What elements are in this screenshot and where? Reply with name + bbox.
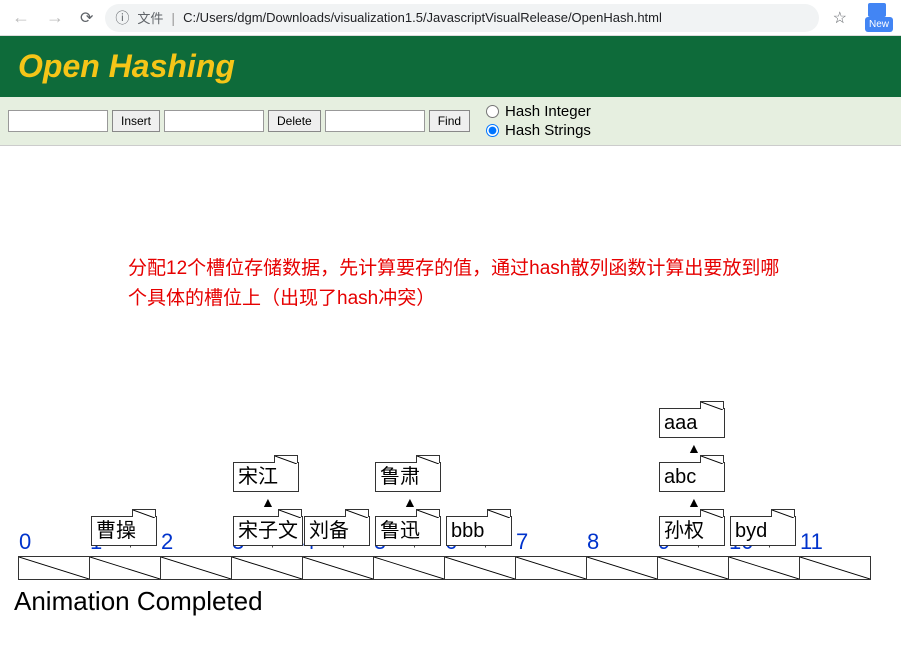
node-null-cap bbox=[700, 455, 724, 463]
hash-slot: 11 bbox=[799, 556, 871, 580]
bookmark-star-icon[interactable]: ☆ bbox=[827, 8, 853, 28]
chain-node: 鲁迅 bbox=[375, 516, 441, 546]
hash-slot: 0 bbox=[18, 556, 90, 580]
visualization-area: 分配12个槽位存储数据，先计算要存的值，通过hash散列函数计算出要放到哪个具体… bbox=[0, 146, 901, 666]
info-icon: ⓘ bbox=[115, 8, 129, 28]
delete-input[interactable] bbox=[164, 110, 264, 132]
reload-button[interactable]: ⟳ bbox=[76, 8, 97, 28]
url-bar[interactable]: ⓘ 文件 | C:/Users/dgm/Downloads/visualizat… bbox=[105, 4, 818, 32]
node-value: bbb bbox=[451, 520, 484, 542]
chain-node: 宋江 bbox=[233, 462, 299, 492]
node-value: abc bbox=[664, 466, 696, 488]
node-value: 孙权 bbox=[664, 520, 704, 542]
hash-slot: 4↑ bbox=[302, 556, 374, 580]
chain-link-arrow-icon: ▲ bbox=[687, 440, 701, 456]
chain-node: 孙权 bbox=[659, 516, 725, 546]
node-value: 刘备 bbox=[309, 520, 349, 542]
back-button[interactable]: ← bbox=[8, 7, 34, 28]
delete-button[interactable]: Delete bbox=[268, 110, 321, 132]
controls-bar: Insert Delete Find Hash Integer Hash Str… bbox=[0, 97, 901, 146]
node-value: byd bbox=[735, 520, 767, 542]
hash-type-radio-group: Hash Integer Hash Strings bbox=[486, 103, 591, 139]
hash-slot: 6↑ bbox=[444, 556, 516, 580]
page-content: Open Hashing Insert Delete Find Hash Int… bbox=[0, 36, 901, 666]
chain-node: aaa bbox=[659, 408, 725, 438]
hash-slot: 10↑ bbox=[728, 556, 800, 580]
forward-button[interactable]: → bbox=[42, 7, 68, 28]
chain-node: abc bbox=[659, 462, 725, 492]
node-null-cap bbox=[700, 509, 724, 517]
slot-row: 01↑23↑4↑5↑6↑789↑10↑11 bbox=[18, 556, 870, 580]
node-null-cap bbox=[416, 509, 440, 517]
hash-slot: 8 bbox=[586, 556, 658, 580]
radio-hash-integer[interactable]: Hash Integer bbox=[486, 103, 591, 120]
radio-strings-label: Hash Strings bbox=[505, 122, 591, 139]
node-null-cap bbox=[132, 509, 156, 517]
slot-index: 8 bbox=[587, 529, 599, 555]
node-null-cap bbox=[274, 455, 298, 463]
new-label: New bbox=[865, 17, 893, 32]
hash-slot: 5↑ bbox=[373, 556, 445, 580]
slot-index: 11 bbox=[800, 529, 823, 555]
insert-button[interactable]: Insert bbox=[112, 110, 160, 132]
status-text: Animation Completed bbox=[14, 586, 263, 617]
insert-input[interactable] bbox=[8, 110, 108, 132]
node-value: 宋子文 bbox=[238, 520, 298, 542]
node-null-cap bbox=[416, 455, 440, 463]
annotation-text: 分配12个槽位存储数据，先计算要存的值，通过hash散列函数计算出要放到哪个具体… bbox=[128, 254, 788, 315]
slot-index: 7 bbox=[516, 529, 528, 555]
url-prefix: 文件 bbox=[137, 8, 163, 27]
slot-index: 2 bbox=[161, 529, 173, 555]
browser-toolbar: ← → ⟳ ⓘ 文件 | C:/Users/dgm/Downloads/visu… bbox=[0, 0, 901, 36]
chain-node: byd bbox=[730, 516, 796, 546]
url-text: C:/Users/dgm/Downloads/visualization1.5/… bbox=[183, 10, 662, 25]
chain-node: 鲁肃 bbox=[375, 462, 441, 492]
node-value: 曹操 bbox=[96, 520, 136, 542]
slot-index: 0 bbox=[19, 529, 31, 555]
node-value: aaa bbox=[664, 412, 697, 434]
hash-slot: 2 bbox=[160, 556, 232, 580]
chain-node: 曹操 bbox=[91, 516, 157, 546]
chain-link-arrow-icon: ▲ bbox=[261, 494, 275, 510]
radio-integer-label: Hash Integer bbox=[505, 103, 591, 120]
title-bar: Open Hashing bbox=[0, 36, 901, 97]
radio-hash-strings[interactable]: Hash Strings bbox=[486, 122, 591, 139]
url-separator: | bbox=[171, 10, 175, 26]
node-null-cap bbox=[345, 509, 369, 517]
node-null-cap bbox=[487, 509, 511, 517]
hash-slot: 9↑ bbox=[657, 556, 729, 580]
extension-badge[interactable]: New bbox=[861, 3, 893, 32]
chain-node: 刘备 bbox=[304, 516, 370, 546]
chain-link-arrow-icon: ▲ bbox=[403, 494, 417, 510]
node-null-cap bbox=[700, 401, 724, 409]
find-input[interactable] bbox=[325, 110, 425, 132]
chain-node: 宋子文 bbox=[233, 516, 303, 546]
hash-slot: 3↑ bbox=[231, 556, 303, 580]
find-button[interactable]: Find bbox=[429, 110, 470, 132]
node-null-cap bbox=[278, 509, 302, 517]
node-value: 鲁肃 bbox=[380, 466, 420, 488]
node-value: 宋江 bbox=[238, 466, 278, 488]
page-title: Open Hashing bbox=[18, 48, 883, 85]
node-null-cap bbox=[771, 509, 795, 517]
radio-integer-input[interactable] bbox=[486, 105, 499, 118]
extension-icon bbox=[868, 3, 886, 17]
chain-link-arrow-icon: ▲ bbox=[687, 494, 701, 510]
hash-slot: 1↑ bbox=[89, 556, 161, 580]
node-value: 鲁迅 bbox=[380, 520, 420, 542]
radio-strings-input[interactable] bbox=[486, 124, 499, 137]
chain-node: bbb bbox=[446, 516, 512, 546]
hash-slot: 7 bbox=[515, 556, 587, 580]
